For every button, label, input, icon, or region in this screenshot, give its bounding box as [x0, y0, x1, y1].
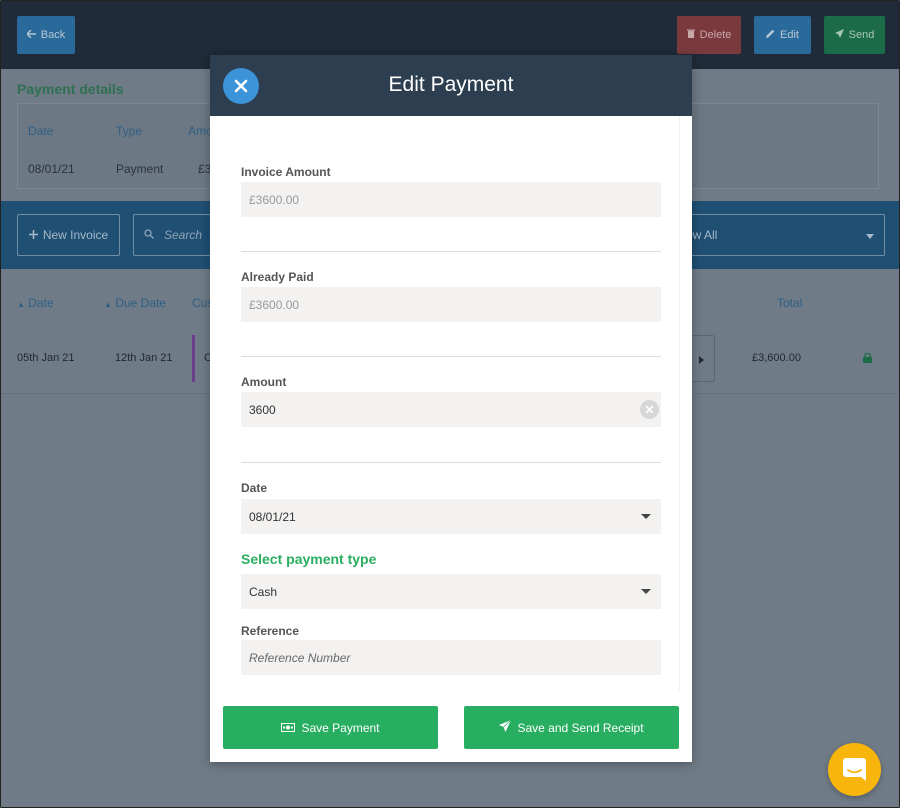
modal-body[interactable]: Invoice Amount £3600.00 Already Paid £36…: [210, 116, 692, 691]
row-total: £3,600.00: [752, 352, 801, 364]
row-expand-button[interactable]: [691, 335, 715, 382]
money-icon: [281, 721, 296, 735]
details-value-type: Payment: [116, 162, 164, 176]
scrollbar-track[interactable]: [679, 116, 680, 691]
amount-input[interactable]: 3600: [241, 392, 661, 427]
edit-payment-modal: Edit Payment Invoice Amount £3600.00 Alr…: [210, 55, 692, 762]
column-header-total[interactable]: Total: [777, 296, 802, 310]
filter-select[interactable]: ow All: [681, 214, 885, 256]
arrow-left-icon: [25, 29, 36, 41]
details-header-type: Type: [116, 124, 143, 138]
payment-type-title: Select payment type: [241, 551, 377, 567]
chat-launcher-button[interactable]: [828, 743, 881, 796]
close-icon: [234, 79, 248, 93]
row-due-date: 12th Jan 21: [115, 352, 173, 364]
invoice-amount-field: £3600.00: [241, 182, 661, 217]
save-payment-button[interactable]: Save Payment: [223, 706, 438, 749]
details-value-date: 08/01/21: [28, 162, 75, 176]
delete-label: Delete: [699, 29, 732, 41]
row-date: 05th Jan 21: [17, 352, 75, 364]
details-header-amount: Amo: [188, 124, 213, 138]
save-and-send-label: Save and Send Receipt: [517, 720, 644, 735]
divider: [241, 462, 661, 463]
chat-icon: [843, 758, 866, 781]
new-invoice-label: New Invoice: [42, 228, 109, 242]
trash-icon: [686, 29, 695, 41]
sort-up-icon: ▲: [17, 300, 25, 309]
clear-input-button[interactable]: [640, 400, 659, 419]
search-placeholder: Search: [164, 228, 203, 242]
status-strip: [192, 335, 195, 382]
payment-details-title: Payment details: [17, 81, 124, 97]
column-header-due-date[interactable]: ▲ Due Date: [104, 296, 166, 310]
details-header-date: Date: [28, 124, 54, 138]
edit-label: Edit: [780, 29, 799, 41]
back-button[interactable]: Back: [17, 16, 75, 54]
divider: [241, 251, 661, 252]
lock-icon: [863, 353, 872, 363]
back-label: Back: [40, 29, 66, 41]
paper-plane-icon: [499, 719, 512, 735]
sort-up-icon: ▲: [104, 300, 112, 309]
send-label: Send: [848, 29, 875, 41]
date-label: Date: [241, 481, 268, 495]
app-frame: Back Delete Edit Send Payment details Da…: [0, 0, 900, 808]
column-header-date[interactable]: ▲ Date: [17, 296, 54, 310]
close-icon: [645, 405, 654, 414]
amount-label: Amount: [241, 375, 287, 389]
delete-button[interactable]: Delete: [677, 16, 741, 54]
save-and-send-receipt-button[interactable]: Save and Send Receipt: [464, 706, 679, 749]
pencil-icon: [766, 29, 775, 41]
invoice-amount-label: Invoice Amount: [241, 165, 331, 179]
paper-plane-icon: [834, 29, 844, 41]
search-icon: [144, 228, 154, 242]
send-button[interactable]: Send: [824, 16, 885, 54]
chevron-right-icon: [699, 356, 704, 364]
reference-input[interactable]: Reference Number: [241, 640, 661, 675]
divider: [241, 356, 661, 357]
plus-icon: [28, 228, 38, 242]
reference-label: Reference: [241, 624, 300, 638]
modal-header: Edit Payment: [210, 55, 692, 116]
already-paid-field: £3600.00: [241, 287, 661, 322]
modal-title: Edit Payment: [388, 73, 514, 96]
already-paid-label: Already Paid: [241, 270, 314, 284]
payment-type-select[interactable]: Cash: [241, 574, 661, 609]
save-payment-label: Save Payment: [301, 720, 380, 735]
close-button[interactable]: [223, 68, 259, 104]
chevron-down-icon: [866, 234, 874, 239]
chevron-down-icon: [641, 589, 651, 594]
date-select[interactable]: 08/01/21: [241, 499, 661, 534]
new-invoice-button[interactable]: New Invoice: [17, 214, 120, 256]
chevron-down-icon: [641, 514, 651, 519]
edit-button[interactable]: Edit: [754, 16, 811, 54]
